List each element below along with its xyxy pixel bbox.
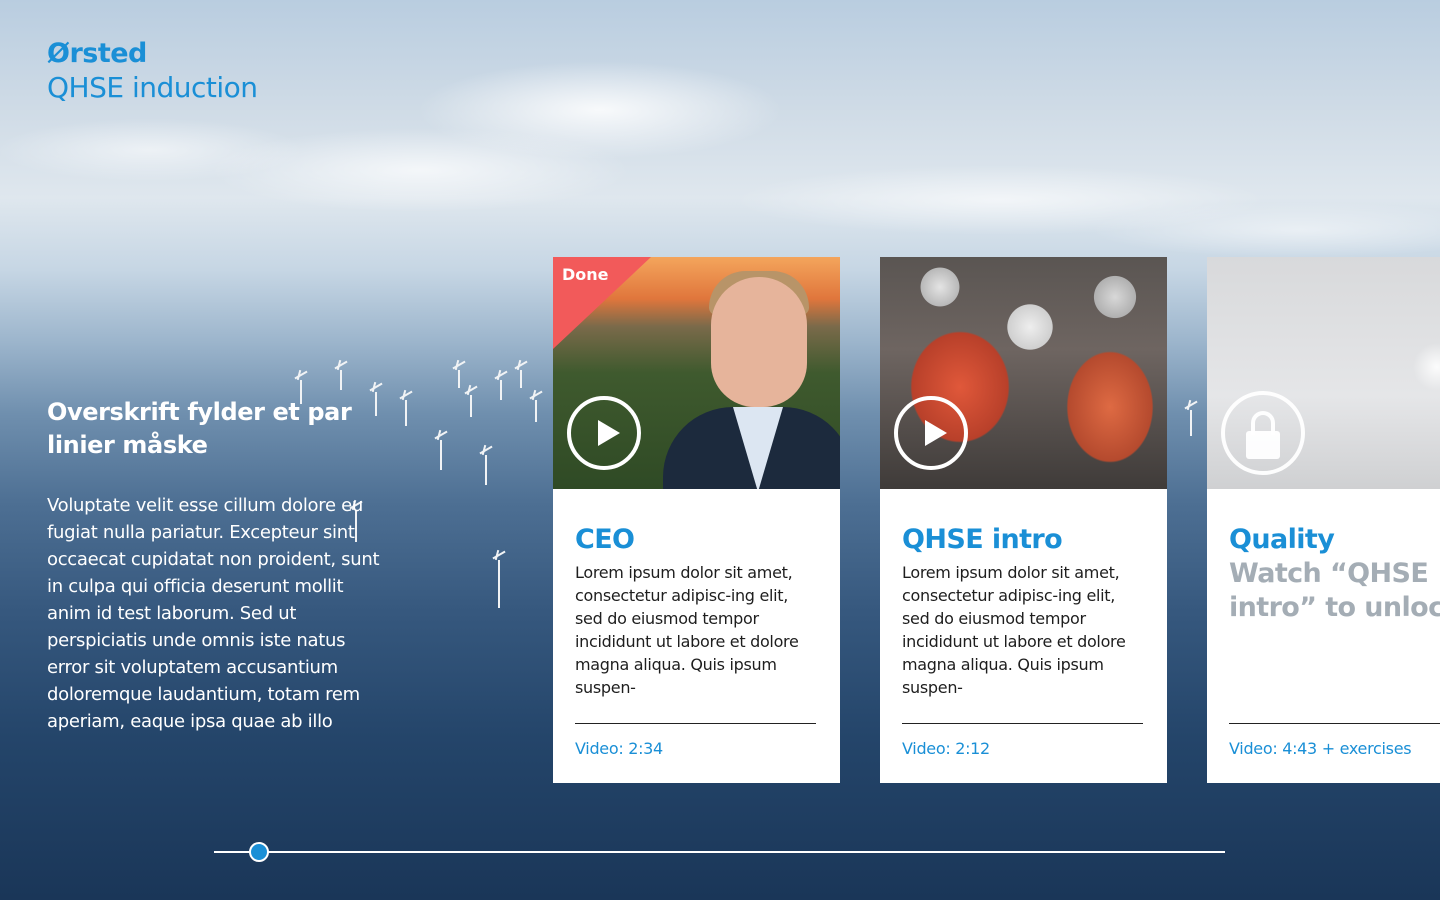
card-title: QHSE intro: [902, 524, 1063, 555]
brand-logo: Ørsted: [47, 38, 147, 69]
intro-heading: Overskrift fylder et par linier måske: [47, 398, 352, 459]
video-thumbnail[interactable]: Done: [553, 257, 840, 489]
card-duration: Video: 2:12: [902, 739, 990, 758]
status-badge: Done: [562, 265, 609, 284]
module-card-ceo[interactable]: Done CEO Lorem ipsum dolor sit amet, con…: [553, 257, 840, 783]
intro-section: Overskrift fylder et par linier måske Vo…: [47, 396, 382, 735]
module-card-quality[interactable]: Quality Watch “QHSE intro” to unlock Vid…: [1207, 257, 1440, 783]
module-card-qhse-intro[interactable]: QHSE intro Lorem ipsum dolor sit amet, c…: [880, 257, 1167, 783]
card-description: Lorem ipsum dolor sit amet, consectetur …: [575, 563, 799, 697]
play-icon[interactable]: [567, 396, 641, 470]
unlock-hint-line2: intro” to unlock: [1229, 592, 1440, 623]
card-duration: Video: 4:43 + exercises: [1229, 739, 1412, 758]
unlock-hint-line1: Watch “QHSE: [1229, 558, 1429, 589]
card-title: CEO: [575, 524, 635, 555]
page-title: QHSE induction: [47, 71, 258, 104]
lock-icon: [1221, 391, 1305, 475]
card-divider: [902, 723, 1143, 724]
intro-body: Voluptate velit esse cillum dolore eu fu…: [47, 495, 380, 732]
brand-header: Ørsted QHSE induction: [47, 38, 258, 106]
carousel-slider-thumb[interactable]: [249, 842, 269, 862]
play-icon[interactable]: [894, 396, 968, 470]
card-title: Quality: [1229, 524, 1335, 555]
video-thumbnail[interactable]: [880, 257, 1167, 489]
card-duration: Video: 2:34: [575, 739, 663, 758]
card-divider: [575, 723, 816, 724]
card-divider: [1229, 723, 1440, 724]
card-description: Lorem ipsum dolor sit amet, consectetur …: [902, 563, 1126, 697]
video-thumbnail-locked: [1207, 257, 1440, 489]
carousel-slider-track[interactable]: [214, 851, 1225, 853]
